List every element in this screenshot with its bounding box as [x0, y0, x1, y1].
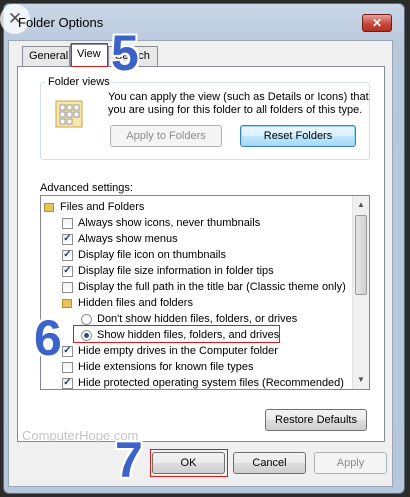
- radio-button[interactable]: [81, 313, 92, 325]
- tree-item-label: Hidden files and folders: [78, 297, 193, 309]
- radio-dont-show-hidden[interactable]: Don't show hidden files, folders, or dri…: [81, 311, 297, 327]
- tree-item-files-and-folders: Files and Folders: [44, 199, 144, 215]
- checkbox-box[interactable]: ✓: [62, 345, 73, 357]
- checkbox-hide-empty-drives[interactable]: ✓ Hide empty drives in the Computer fold…: [62, 343, 278, 359]
- checkbox-display-full-path[interactable]: Display the full path in the title bar (…: [62, 279, 346, 295]
- checkbox-label: Always show menus: [78, 233, 178, 245]
- scroll-down-icon[interactable]: ▼: [355, 374, 367, 386]
- apply-to-folders-button[interactable]: Apply to Folders: [110, 125, 222, 147]
- folder-icon: [44, 202, 54, 212]
- tree-item-label: Files and Folders: [60, 201, 145, 213]
- folder-icon: [62, 298, 72, 308]
- checkbox-box[interactable]: ✓: [62, 265, 73, 277]
- checkbox-hide-extensions[interactable]: Hide extensions for known file types: [62, 359, 253, 375]
- checkbox-label: Display the full path in the title bar (…: [78, 281, 346, 293]
- tab-general[interactable]: General: [22, 46, 70, 66]
- checkbox-always-show-icons[interactable]: Always show icons, never thumbnails: [62, 215, 260, 231]
- checkbox-label: Hide extensions for known file types: [78, 361, 254, 373]
- checkbox-box[interactable]: ✓: [62, 233, 73, 245]
- ok-button[interactable]: OK: [152, 452, 225, 474]
- restore-defaults-button[interactable]: Restore Defaults: [265, 409, 367, 431]
- folder-views-label: Folder views: [45, 76, 113, 88]
- folder-views-icon: [55, 100, 83, 128]
- checkbox-display-file-size[interactable]: ✓ Display file size information in folde…: [62, 263, 274, 279]
- step-6-annotation: 6: [34, 310, 62, 366]
- folder-views-description: You can apply the view (such as Details …: [108, 91, 369, 116]
- radio-label: Don't show hidden files, folders, or dri…: [97, 313, 298, 325]
- checkbox-label: Hide protected operating system files (R…: [78, 377, 344, 389]
- step-5-annotation: 5: [111, 25, 139, 81]
- tree-scrollbar[interactable]: ▲ ▼: [352, 196, 369, 389]
- checkbox-display-file-icon[interactable]: ✓ Display file icon on thumbnails: [62, 247, 226, 263]
- checkbox-box[interactable]: ✓: [62, 377, 73, 389]
- scroll-up-icon[interactable]: ▲: [355, 199, 367, 211]
- advanced-settings-tree: Files and Folders Always show icons, nev…: [40, 195, 370, 390]
- tree-item-hidden-files: Hidden files and folders: [62, 295, 193, 311]
- window-title: Folder Options: [18, 15, 104, 30]
- radio-selected-dot: [84, 332, 89, 338]
- checkbox-box[interactable]: [62, 281, 73, 293]
- close-button[interactable]: ✕: [362, 14, 392, 32]
- radio-label: Show hidden files, folders, and drives: [97, 329, 280, 341]
- checkbox-label: Always show icons, never thumbnails: [78, 217, 261, 229]
- checkbox-label: Display file icon on thumbnails: [78, 249, 226, 261]
- checkbox-always-show-menus[interactable]: ✓ Always show menus: [62, 231, 178, 247]
- checkbox-label: Hide empty drives in the Computer folder: [78, 345, 278, 357]
- reset-folders-button[interactable]: Reset Folders: [240, 125, 356, 147]
- checkbox-label: Display file size information in folder …: [78, 265, 274, 277]
- scroll-thumb[interactable]: [355, 215, 367, 295]
- checkbox-box[interactable]: ✓: [62, 249, 73, 261]
- checkbox-box[interactable]: [62, 361, 73, 373]
- radio-show-hidden[interactable]: Show hidden files, folders, and drives: [81, 327, 279, 343]
- tab-view[interactable]: View: [70, 44, 108, 67]
- step-7-annotation: 7: [115, 432, 143, 488]
- apply-button[interactable]: Apply: [314, 452, 387, 474]
- radio-button[interactable]: [81, 329, 92, 341]
- advanced-settings-label: Advanced settings:: [40, 182, 133, 194]
- cancel-button[interactable]: Cancel: [233, 452, 306, 474]
- checkbox-box[interactable]: [62, 217, 73, 229]
- checkbox-hide-protected-files[interactable]: ✓ Hide protected operating system files …: [62, 375, 344, 389]
